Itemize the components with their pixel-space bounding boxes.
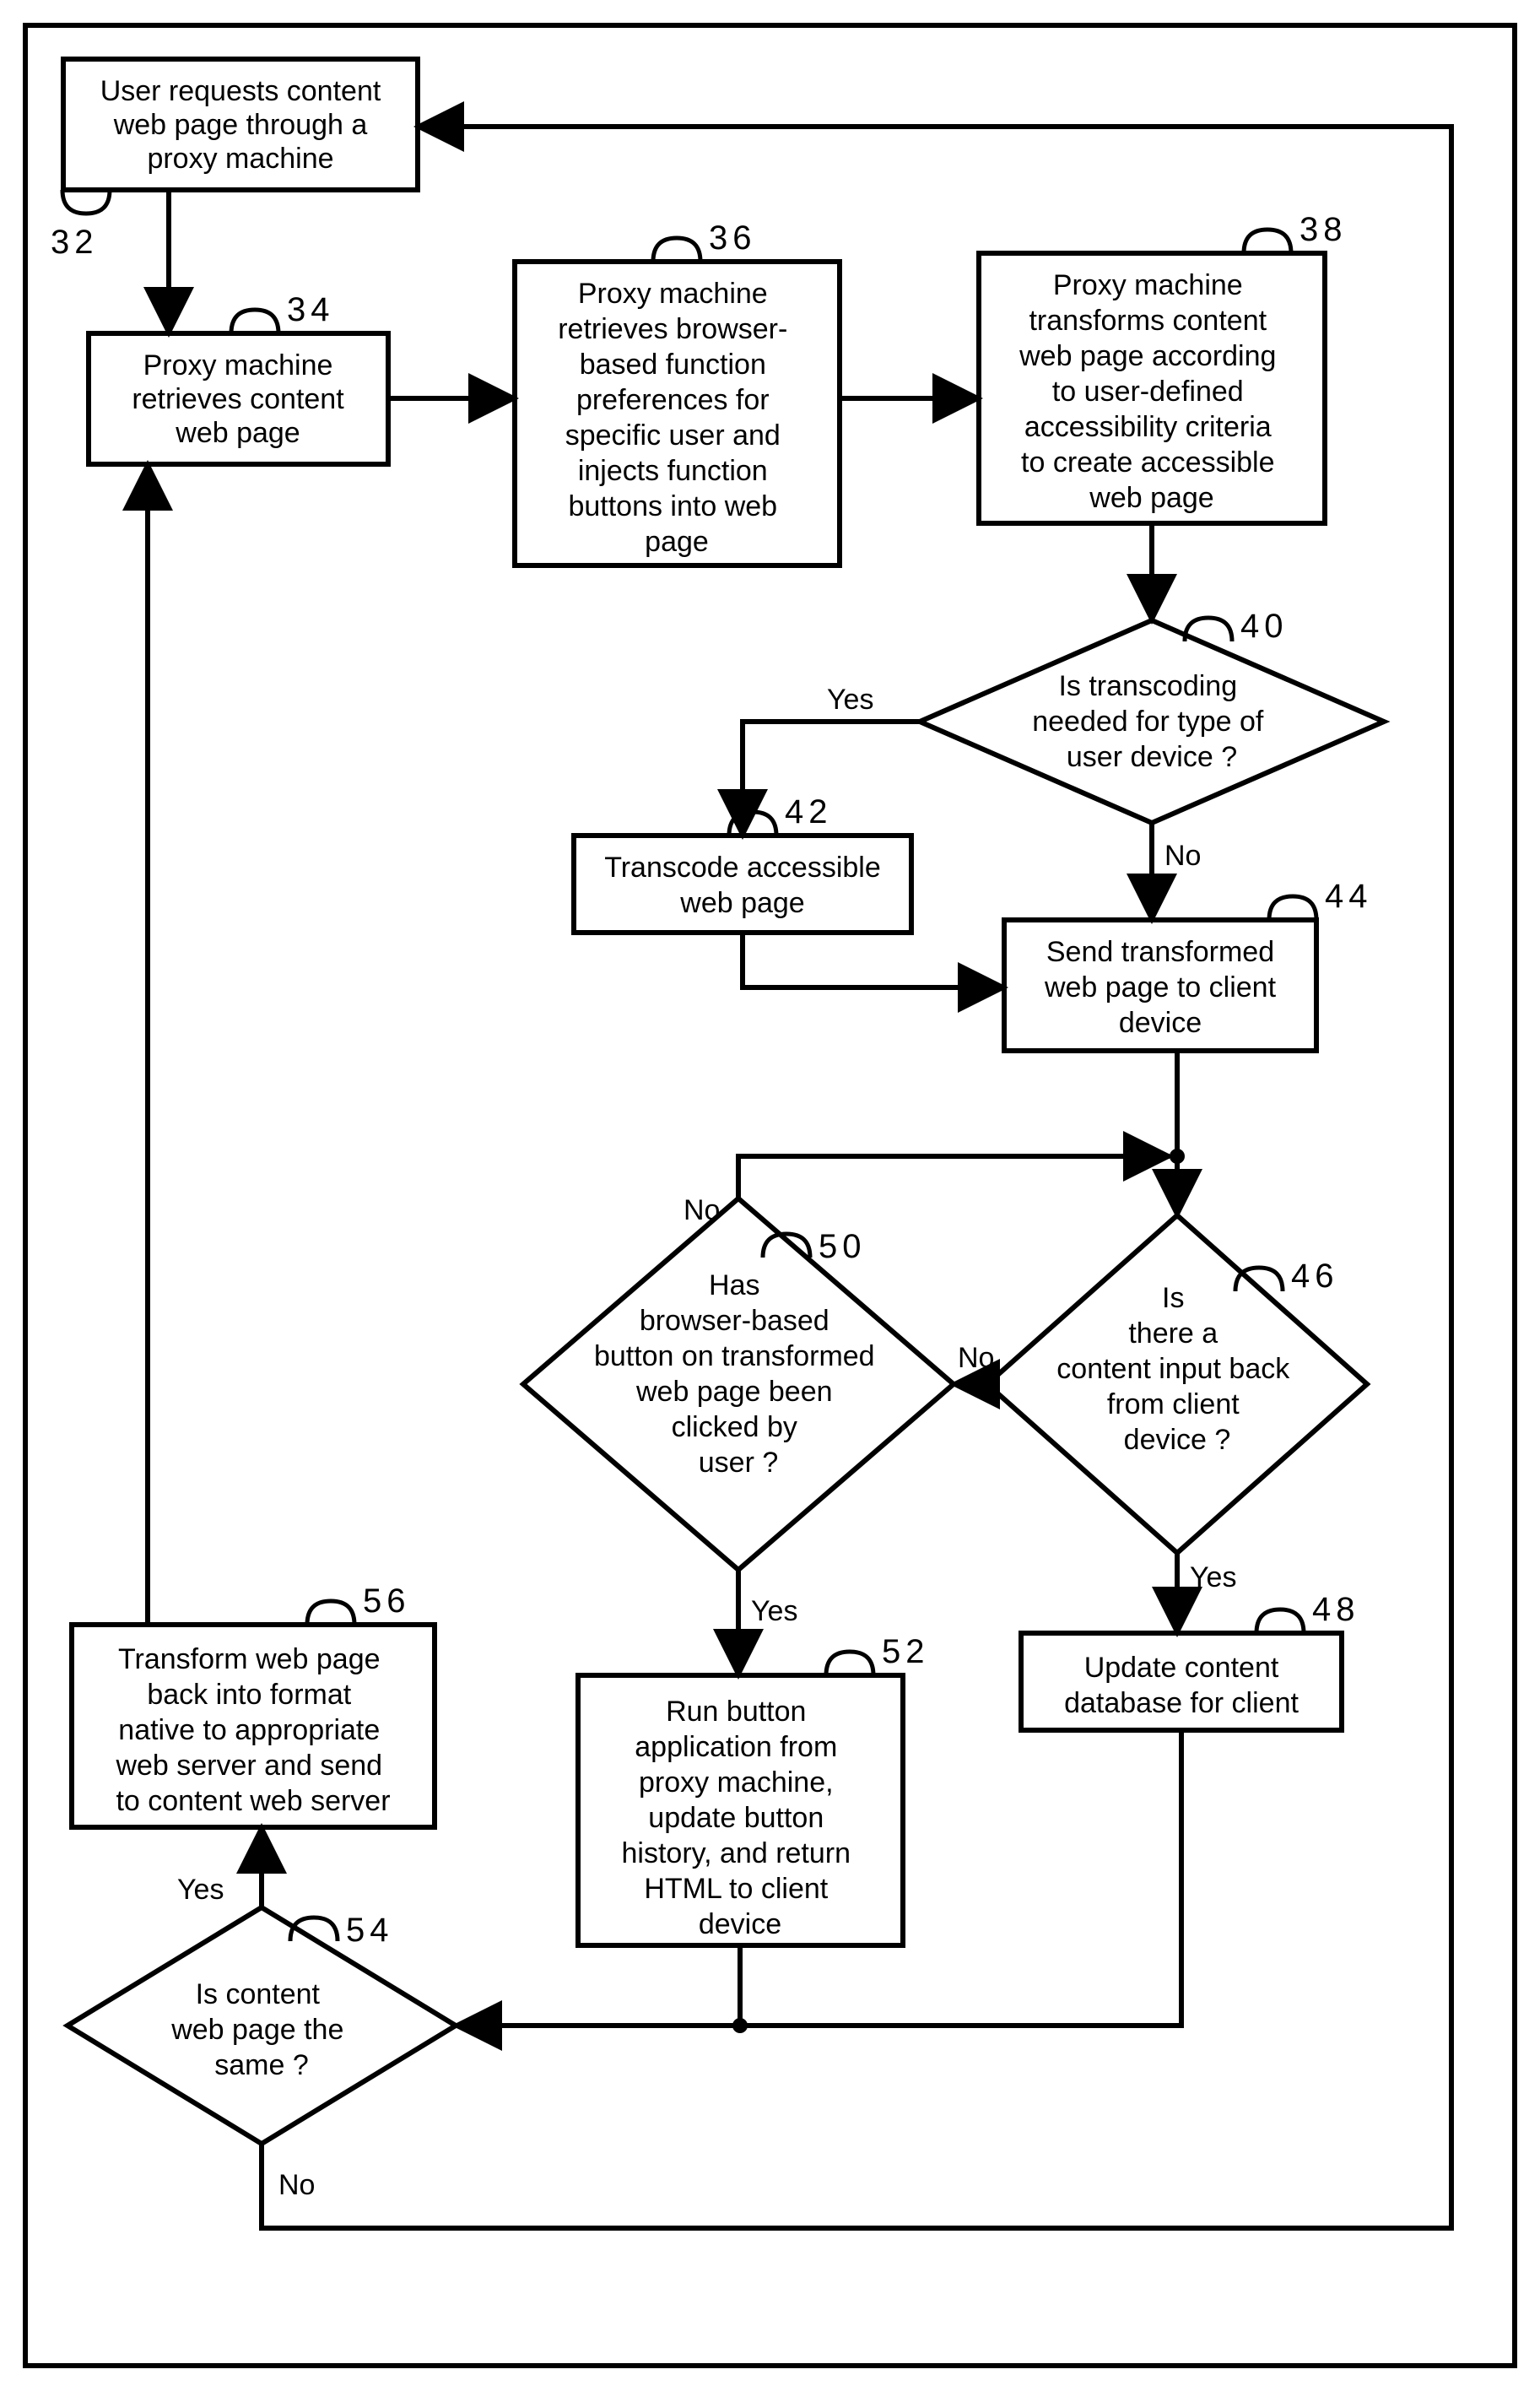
ref-38: 38: [1300, 211, 1348, 248]
node-38: Proxy machine transforms content web pag…: [979, 211, 1348, 523]
ref-34: 34: [287, 291, 335, 328]
edge-50-no: No: [684, 1194, 720, 1226]
ref-44: 44: [1325, 878, 1373, 915]
edge-40-yes: Yes: [827, 684, 873, 716]
node-36: Proxy machine retrieves browser- based f…: [515, 219, 840, 565]
svg-text:Run button application f: Run button application from proxy machin…: [622, 1696, 859, 1940]
ref-48: 48: [1312, 1591, 1360, 1628]
ref-42: 42: [785, 793, 833, 830]
ref-56: 56: [363, 1582, 411, 1620]
ref-46: 46: [1291, 1258, 1339, 1295]
node-52: Run button application from proxy machin…: [578, 1633, 930, 1945]
ref-52: 52: [882, 1633, 930, 1670]
flowchart: User requests contentweb page through ap…: [0, 0, 1540, 2391]
edge-46-yes: Yes: [1190, 1561, 1236, 1593]
edge-50-yes: Yes: [751, 1595, 797, 1627]
ref-36: 36: [709, 219, 757, 257]
ref-54: 54: [346, 1912, 394, 1949]
edge-40-no: No: [1164, 840, 1201, 872]
ref-32: 32: [51, 224, 99, 261]
edge-46-no: No: [958, 1342, 994, 1374]
svg-text:Is transcoding needed fo: Is transcoding needed for type of user d…: [1032, 670, 1272, 773]
ref-50: 50: [819, 1228, 867, 1265]
svg-text:Proxy machine transforms: Proxy machine transforms content web pag…: [1019, 269, 1284, 514]
edge-54-yes: Yes: [177, 1874, 224, 1906]
edge-54-no: No: [278, 2169, 315, 2201]
ref-40: 40: [1240, 608, 1289, 645]
svg-text:Transform web page back: Transform web page back into format nati…: [115, 1643, 390, 1817]
